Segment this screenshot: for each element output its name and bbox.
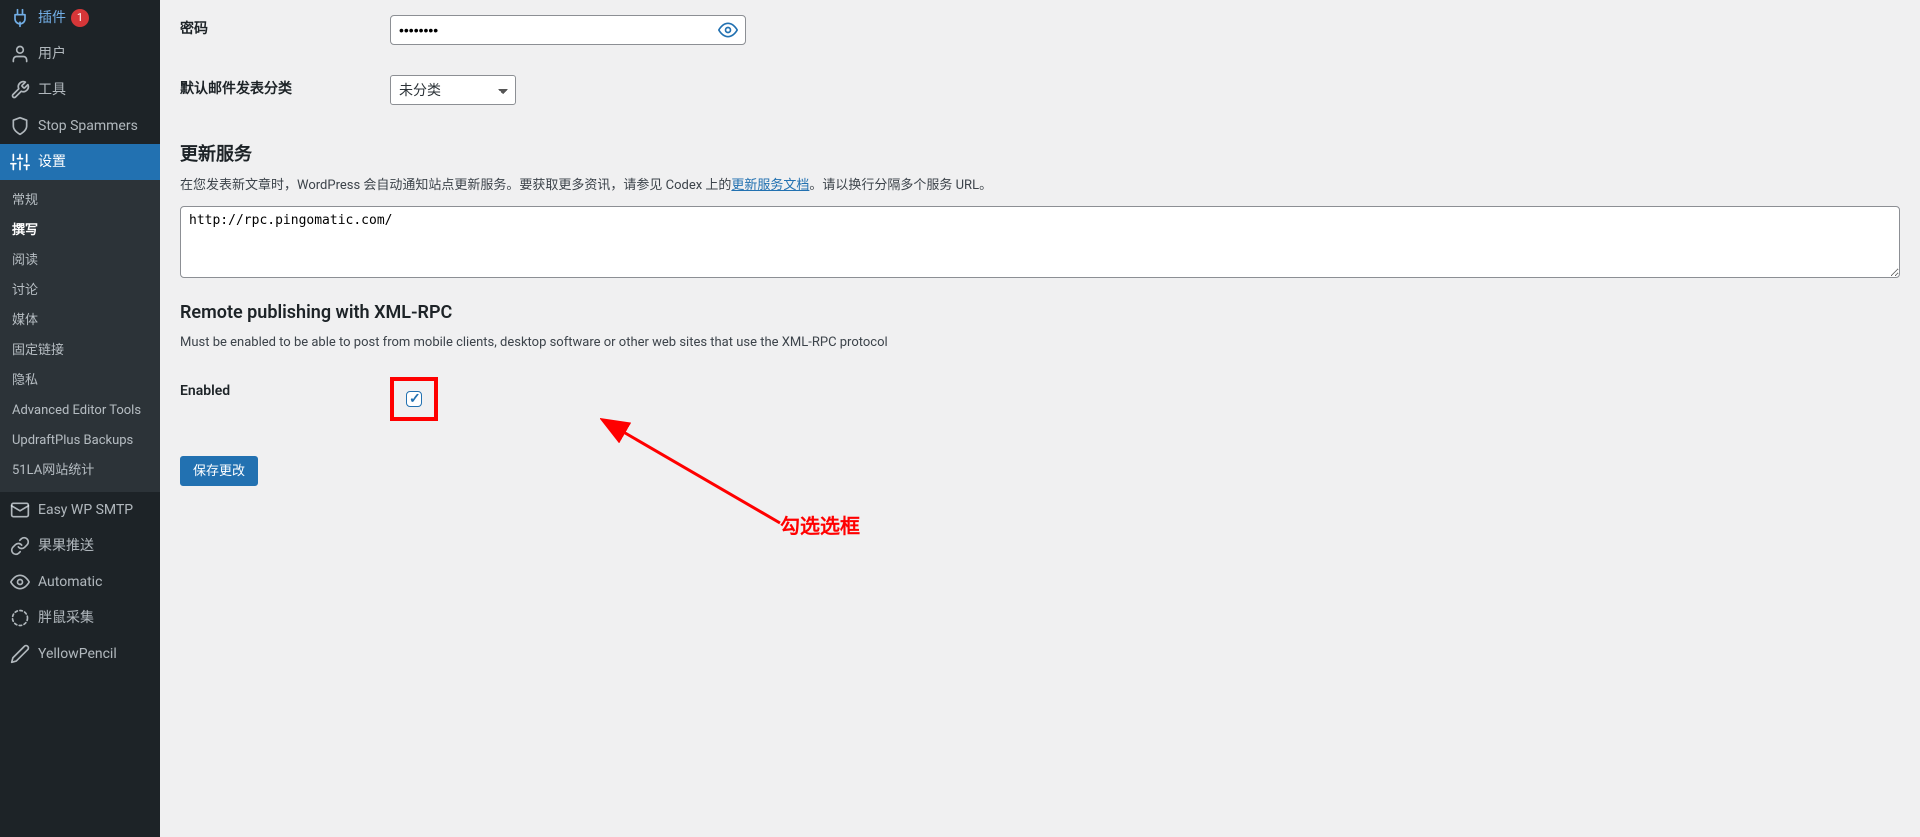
submenu-settings: 常规撰写阅读讨论媒体固定链接隐私Advanced Editor ToolsUpd…	[0, 180, 160, 492]
menu-label: Easy WP SMTP	[38, 501, 133, 519]
menu-label: 果果推送	[38, 537, 94, 555]
admin-sidebar: 插件1用户工具Stop Spammers设置 常规撰写阅读讨论媒体固定链接隐私A…	[0, 0, 160, 837]
xmlrpc-desc: Must be enabled to be able to post from …	[180, 333, 1900, 353]
wrench-icon	[10, 80, 30, 100]
category-label: 默认邮件发表分类	[180, 60, 380, 120]
menu-item-胖鼠采集[interactable]: 胖鼠采集	[0, 600, 160, 636]
shield-icon	[10, 116, 30, 136]
menu-label: 用户	[38, 45, 66, 63]
form-table: 密码 默认邮件发表分类 未分类	[180, 0, 1900, 120]
password-input[interactable]	[390, 15, 746, 45]
annotation-text: 勾选选框	[780, 510, 860, 539]
submenu-item-常规[interactable]: 常规	[0, 186, 160, 216]
eye-icon	[10, 572, 30, 592]
eye-icon	[718, 20, 738, 40]
mail-icon	[10, 500, 30, 520]
menu-label: Stop Spammers	[38, 117, 138, 135]
menu-item-设置[interactable]: 设置	[0, 144, 160, 180]
link-icon	[10, 536, 30, 556]
submenu-item-51la网站统计[interactable]: 51LA网站统计	[0, 456, 160, 486]
pencil-icon	[10, 644, 30, 664]
menu-item-easy-wp-smtp[interactable]: Easy WP SMTP	[0, 492, 160, 528]
menu-item-插件[interactable]: 插件 1	[0, 0, 160, 36]
menu-label: 胖鼠采集	[38, 609, 94, 627]
menu-item-工具[interactable]: 工具	[0, 72, 160, 108]
enabled-label: Enabled	[180, 362, 380, 436]
menu-label: 插件	[38, 9, 66, 27]
update-services-doc-link[interactable]: 更新服务文档	[731, 178, 809, 193]
arrow-annotation-icon	[600, 418, 800, 538]
submenu-item-固定链接[interactable]: 固定链接	[0, 336, 160, 366]
sliders-icon	[10, 152, 30, 172]
xmlrpc-enabled-checkbox[interactable]	[406, 391, 422, 407]
menu-label: 设置	[38, 153, 66, 171]
toggle-password-btn[interactable]	[710, 15, 746, 45]
highlight-annotation-box	[390, 377, 438, 421]
category-select[interactable]: 未分类	[390, 75, 516, 105]
save-button[interactable]: 保存更改	[180, 456, 258, 486]
menu-item-yellowpencil[interactable]: YellowPencil	[0, 636, 160, 672]
menu-label: 工具	[38, 81, 66, 99]
password-label: 密码	[180, 0, 380, 60]
menu-item-stop-spammers[interactable]: Stop Spammers	[0, 108, 160, 144]
update-badge: 1	[71, 9, 89, 27]
submenu-item-updraftplus-backups[interactable]: UpdraftPlus Backups	[0, 426, 160, 456]
submenu-item-advanced-editor-tools[interactable]: Advanced Editor Tools	[0, 396, 160, 426]
submenu-item-阅读[interactable]: 阅读	[0, 246, 160, 276]
plug-icon	[10, 8, 30, 28]
submenu-item-隐私[interactable]: 隐私	[0, 366, 160, 396]
user-icon	[10, 44, 30, 64]
menu-item-automatic[interactable]: Automatic	[0, 564, 160, 600]
ping-services-textarea[interactable]	[180, 206, 1900, 278]
menu-item-果果推送[interactable]: 果果推送	[0, 528, 160, 564]
update-services-desc: 在您发表新文章时，WordPress 会自动通知站点更新服务。要获取更多资讯，请…	[180, 176, 1900, 196]
menu-label: Automatic	[38, 573, 102, 591]
submenu-item-撰写[interactable]: 撰写	[0, 216, 160, 246]
menu-item-用户[interactable]: 用户	[0, 36, 160, 72]
main-content: 密码 默认邮件发表分类 未分类	[160, 0, 1920, 837]
circle-icon	[10, 608, 30, 628]
xmlrpc-heading: Remote publishing with XML-RPC	[180, 302, 1900, 323]
submenu-item-媒体[interactable]: 媒体	[0, 306, 160, 336]
menu-label: YellowPencil	[38, 645, 117, 663]
update-services-heading: 更新服务	[180, 140, 1900, 166]
submenu-item-讨论[interactable]: 讨论	[0, 276, 160, 306]
